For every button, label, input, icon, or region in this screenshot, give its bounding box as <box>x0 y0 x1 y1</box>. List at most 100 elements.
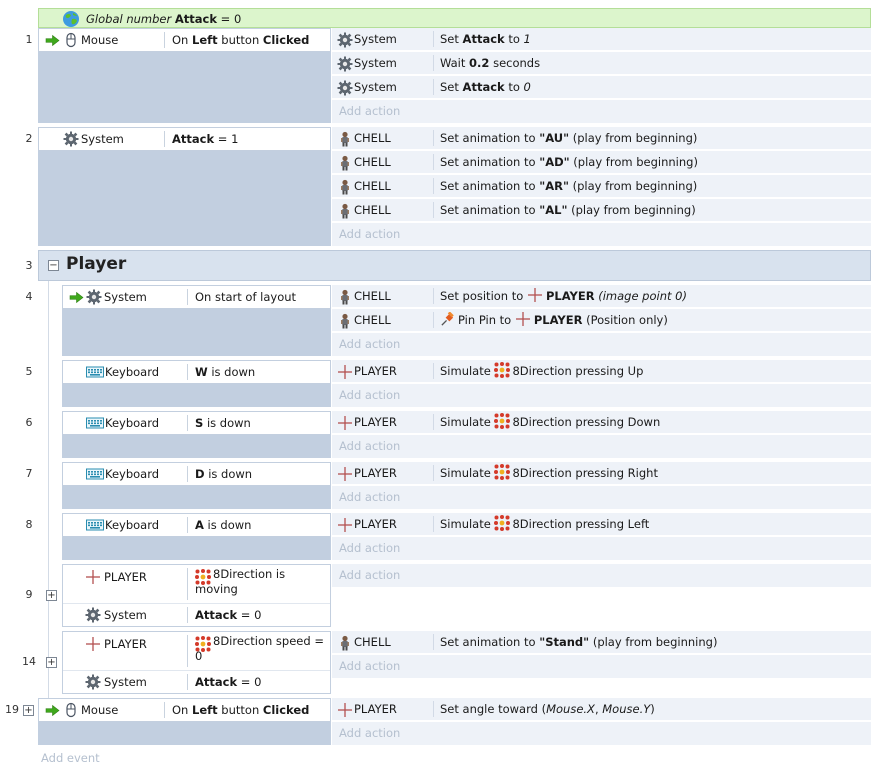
action-row[interactable]: PLAYER Set angle toward (Mouse.X, Mouse.… <box>332 698 871 721</box>
event-number: 4 <box>25 290 33 303</box>
chell-sprite-icon <box>339 179 351 195</box>
collapse-button[interactable]: − <box>48 260 59 271</box>
action-object: CHELL <box>354 289 391 303</box>
event-7-condition[interactable]: Keyboard D is down <box>62 462 331 486</box>
action-object: CHELL <box>354 635 391 649</box>
action-row[interactable]: CHELL Set animation to "AD" (play from b… <box>332 151 871 174</box>
action-text: Set angle toward (Mouse.X, Mouse.Y) <box>440 702 655 716</box>
action-row[interactable]: CHELL Set animation to "AR" (play from b… <box>332 175 871 198</box>
condition-object: System <box>104 675 147 689</box>
gear-icon <box>337 80 353 96</box>
condition-object: Keyboard <box>105 365 160 379</box>
action-text: Pin Pin to PLAYER (Position only) <box>440 309 668 331</box>
add-action-button[interactable]: Add action <box>332 435 871 458</box>
gear-icon <box>337 32 353 48</box>
condition-text: On start of layout <box>195 290 297 304</box>
action-text: Set Attack to 0 <box>440 80 531 94</box>
chell-sprite-icon <box>339 313 351 329</box>
action-row[interactable]: PLAYER Simulate 8Direction pressing Down <box>332 411 871 434</box>
event-9-conditions[interactable]: PLAYER 8Direction is moving System Attack… <box>62 564 331 627</box>
condition-text: Attack = 1 <box>172 132 239 146</box>
group-tree-line <box>48 281 49 701</box>
action-row[interactable]: CHELL Set position to PLAYER (image poin… <box>332 285 871 308</box>
action-object: CHELL <box>354 179 391 193</box>
event-19-condition[interactable]: Mouse On Left button Clicked <box>38 698 331 722</box>
condition-text: On Left button Clicked <box>172 703 310 717</box>
add-event-button[interactable]: Add event <box>41 751 100 765</box>
action-row[interactable]: PLAYER Simulate 8Direction pressing Left <box>332 513 871 536</box>
action-text: Set animation to "AD" (play from beginni… <box>440 155 698 169</box>
global-variable-name: Attack <box>174 12 218 26</box>
8direction-behavior-icon <box>494 362 510 378</box>
add-action-button[interactable]: Add action <box>332 655 871 678</box>
8direction-behavior-icon <box>494 464 510 480</box>
add-action-button[interactable]: Add action <box>332 537 871 560</box>
action-object: PLAYER <box>354 415 397 429</box>
event-6-condition[interactable]: Keyboard S is down <box>62 411 331 435</box>
event-number: 6 <box>25 416 33 429</box>
gear-icon <box>337 56 353 72</box>
player-cross-icon <box>515 311 531 327</box>
add-action-button[interactable]: Add action <box>332 722 871 745</box>
keyboard-icon <box>86 417 104 429</box>
action-row[interactable]: CHELL Set animation to "Stand" (play fro… <box>332 631 871 654</box>
trigger-arrow-icon <box>69 291 84 304</box>
add-action-button[interactable]: Add action <box>332 564 871 587</box>
action-object: PLAYER <box>354 517 397 531</box>
condition-object: Keyboard <box>105 416 160 430</box>
action-text: Set animation to "AR" (play from beginni… <box>440 179 698 193</box>
player-cross-icon <box>85 569 101 585</box>
add-action-button[interactable]: Add action <box>332 486 871 509</box>
action-text: Simulate 8Direction pressing Up <box>440 362 644 378</box>
action-row[interactable]: CHELL Set animation to "AU" (play from b… <box>332 127 871 150</box>
action-row[interactable]: System Set Attack to 1 <box>332 28 871 51</box>
expand-button[interactable]: + <box>23 705 34 716</box>
keyboard-icon <box>86 519 104 531</box>
action-row[interactable]: PLAYER Simulate 8Direction pressing Up <box>332 360 871 383</box>
action-row[interactable]: CHELL Set animation to "AL" (play from b… <box>332 199 871 222</box>
group-player[interactable]: − Player <box>38 250 871 281</box>
action-object: System <box>354 32 397 46</box>
event-8-condition[interactable]: Keyboard A is down <box>62 513 331 537</box>
action-row[interactable]: System Wait 0.2 seconds <box>332 52 871 75</box>
group-title: Player <box>66 254 127 274</box>
keyboard-icon <box>86 366 104 378</box>
pin-icon <box>440 312 455 327</box>
add-action-button[interactable]: Add action <box>332 223 871 246</box>
condition-object: Mouse <box>81 703 119 717</box>
action-text: Wait 0.2 seconds <box>440 56 541 70</box>
player-cross-icon <box>337 702 353 718</box>
condition-object: PLAYER <box>104 637 147 651</box>
event-14-conditions[interactable]: PLAYER 8Direction speed = 0 System Attack… <box>62 631 331 694</box>
condition-text: On Left button Clicked <box>172 33 310 47</box>
event-4-condition[interactable]: System On start of layout <box>62 285 331 309</box>
event-number: 5 <box>25 365 33 378</box>
action-row[interactable]: CHELL Pin Pin to PLAYER (Position only) <box>332 309 871 332</box>
add-action-button[interactable]: Add action <box>332 384 871 407</box>
add-action-button[interactable]: Add action <box>332 100 871 123</box>
action-text: Set Attack to 1 <box>440 32 531 46</box>
player-cross-icon <box>85 636 101 652</box>
chell-sprite-icon <box>339 203 351 219</box>
action-object: System <box>354 56 397 70</box>
add-action-button[interactable]: Add action <box>332 333 871 356</box>
condition-object: System <box>104 608 147 622</box>
condition-object: Keyboard <box>105 467 160 481</box>
event-1-condition[interactable]: Mouse On Left button Clicked <box>38 28 331 52</box>
expand-button[interactable]: + <box>46 657 57 668</box>
action-row[interactable]: System Set Attack to 0 <box>332 76 871 99</box>
chell-sprite-icon <box>339 635 351 651</box>
gear-icon <box>86 289 102 305</box>
event-number: 8 <box>25 518 33 531</box>
8direction-behavior-icon <box>494 515 510 531</box>
condition-object: Mouse <box>81 33 119 47</box>
event-2-condition[interactable]: System Attack = 1 <box>38 127 331 151</box>
event-5-condition[interactable]: Keyboard W is down <box>62 360 331 384</box>
condition-text: 8Direction is moving <box>195 567 286 596</box>
global-variable-row[interactable]: Global number Attack = 0 <box>38 8 871 28</box>
action-object: CHELL <box>354 313 391 327</box>
expand-button[interactable]: + <box>46 590 57 601</box>
mouse-icon <box>63 32 79 48</box>
action-row[interactable]: PLAYER Simulate 8Direction pressing Righ… <box>332 462 871 485</box>
keyboard-icon <box>86 468 104 480</box>
